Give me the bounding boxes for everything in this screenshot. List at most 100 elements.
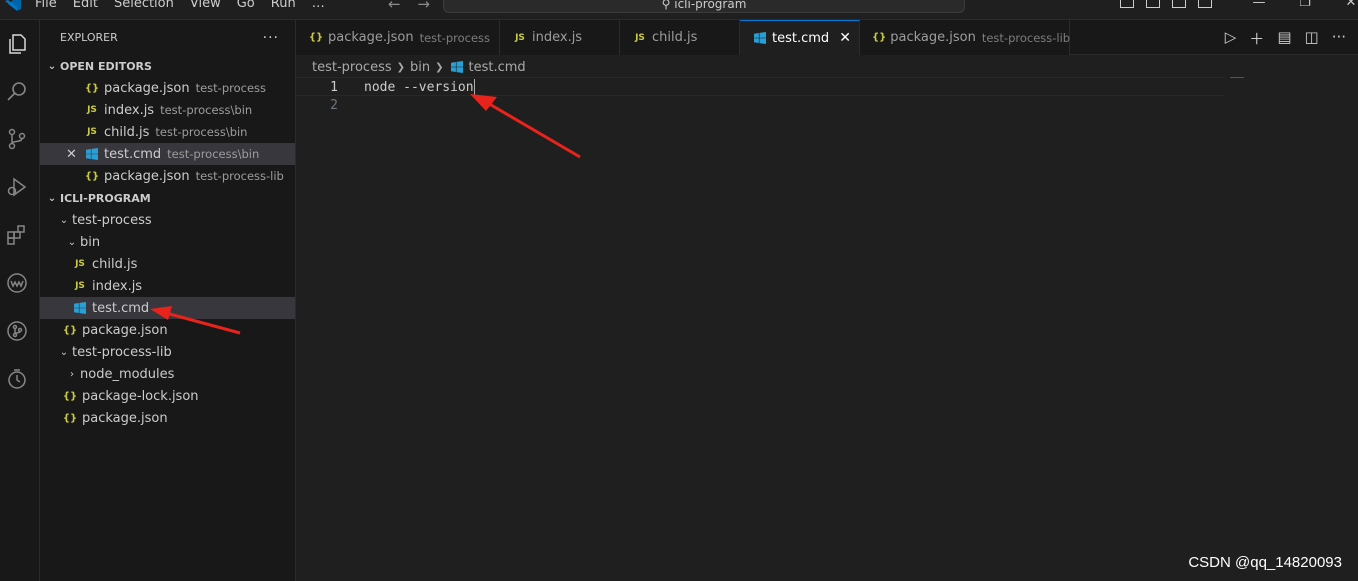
- chevron-down-icon: ⌄: [59, 346, 69, 358]
- close-editor-icon[interactable]: ✕: [66, 147, 77, 162]
- js-file-icon: JS: [635, 32, 645, 43]
- tab-label: child.js: [652, 30, 698, 45]
- windows-cmd-file-icon: [72, 302, 88, 314]
- json-file-icon: {}: [62, 324, 78, 336]
- breadcrumb-item[interactable]: bin: [410, 60, 430, 75]
- tab-close-icon[interactable]: ✕: [839, 30, 851, 46]
- activity-bar: [0, 20, 40, 581]
- more-actions-icon[interactable]: ···: [1332, 28, 1346, 49]
- tree-folder[interactable]: › node_modules: [40, 363, 295, 385]
- open-editor-item-active[interactable]: ✕ test.cmd test-process\bin: [40, 143, 295, 165]
- search-icon[interactable]: [5, 80, 29, 104]
- window-close-icon[interactable]: ✕: [1328, 0, 1358, 10]
- source-control-icon[interactable]: [5, 127, 29, 151]
- open-editors-header[interactable]: ⌄ OPEN EDITORS: [40, 55, 295, 77]
- tree-item-name: test-process: [72, 212, 152, 228]
- open-editor-item[interactable]: {} package.json test-process-lib: [40, 165, 295, 187]
- tab-index-js[interactable]: JS index.js: [500, 20, 620, 55]
- breadcrumb-item[interactable]: test-process: [312, 60, 392, 75]
- tab-package-json-lib[interactable]: {} package.json test-process-lib: [860, 20, 1070, 55]
- tree-file[interactable]: {} package.json: [40, 319, 295, 341]
- json-file-icon: {}: [62, 412, 78, 424]
- code-text-content: node --version: [364, 80, 474, 95]
- split-editor-icon[interactable]: ◫: [1305, 28, 1319, 49]
- json-file-icon: {}: [872, 32, 887, 43]
- open-editor-name: package.json: [104, 168, 190, 184]
- open-editor-item[interactable]: {} package.json test-process: [40, 77, 295, 99]
- open-editor-desc: test-process\bin: [167, 147, 260, 161]
- tab-label: package.json: [328, 30, 414, 45]
- tree-item-name: test.cmd: [92, 300, 150, 316]
- forward-arrow-icon[interactable]: →: [417, 0, 430, 13]
- customize-layout-icon[interactable]: [1198, 0, 1212, 8]
- tree-file[interactable]: {} package.json: [40, 407, 295, 429]
- line-number: 2: [330, 98, 338, 113]
- menu-edit[interactable]: Edit: [73, 0, 98, 11]
- tree-folder[interactable]: ⌄ test-process-lib: [40, 341, 295, 363]
- back-arrow-icon[interactable]: ←: [388, 0, 401, 13]
- tab-label: index.js: [532, 30, 583, 45]
- toggle-secondary-sidebar-icon[interactable]: [1172, 0, 1186, 8]
- open-editor-item[interactable]: JS index.js test-process\bin: [40, 99, 295, 121]
- chevron-down-icon: ⌄: [59, 214, 69, 226]
- tab-package-json[interactable]: {} package.json test-process: [296, 20, 500, 55]
- json-file-icon: {}: [308, 32, 324, 43]
- chevron-down-icon: ⌄: [47, 60, 57, 72]
- open-editor-name: package.json: [104, 80, 190, 96]
- menu-go[interactable]: Go: [237, 0, 255, 11]
- open-editor-desc: test-process\bin: [155, 125, 248, 139]
- code-editor[interactable]: 1 node --version 2: [296, 77, 1358, 581]
- menu-run[interactable]: Run: [271, 0, 296, 11]
- restore-icon[interactable]: ❐: [1282, 0, 1328, 10]
- code-line[interactable]: 2: [296, 96, 1224, 115]
- tree-file[interactable]: JS child.js: [40, 253, 295, 275]
- extensions-icon[interactable]: [5, 223, 29, 247]
- tree-folder[interactable]: ⌄ bin: [40, 231, 295, 253]
- js-file-icon: JS: [87, 105, 97, 115]
- breadcrumb-item[interactable]: test.cmd: [469, 60, 526, 75]
- git-graph-icon[interactable]: [5, 319, 29, 343]
- json-file-icon: {}: [62, 390, 78, 402]
- windows-cmd-file-icon: [84, 148, 100, 160]
- run-icon[interactable]: ▷: [1225, 28, 1237, 49]
- tree-item-name: package-lock.json: [82, 388, 199, 404]
- open-editor-item[interactable]: JS child.js test-process\bin: [40, 121, 295, 143]
- run-debug-icon[interactable]: [5, 175, 29, 199]
- tree-file[interactable]: JS index.js: [40, 275, 295, 297]
- timeline-icon[interactable]: [5, 367, 29, 391]
- remote-explorer-icon[interactable]: [5, 271, 29, 295]
- code-line[interactable]: 1 node --version: [296, 77, 1224, 96]
- explorer-sidebar: EXPLORER ··· ⌄ OPEN EDITORS {} package.j…: [40, 20, 296, 581]
- layout-controls: [1120, 0, 1224, 8]
- toggle-sidebar-icon[interactable]: [1120, 0, 1134, 8]
- more-actions-icon[interactable]: ···: [263, 30, 279, 46]
- menu-view[interactable]: View: [190, 0, 221, 11]
- chevron-right-icon: ❯: [435, 61, 444, 73]
- json-file-icon: {}: [84, 170, 100, 182]
- tree-item-name: test-process-lib: [72, 344, 172, 360]
- add-icon[interactable]: ＋: [1249, 28, 1264, 49]
- windows-cmd-file-icon: [752, 32, 768, 44]
- tree-folder[interactable]: ⌄ test-process: [40, 209, 295, 231]
- tree-file-selected[interactable]: test.cmd: [40, 297, 295, 319]
- toggle-panel-icon[interactable]: [1146, 0, 1160, 8]
- tab-child-js[interactable]: JS child.js: [620, 20, 740, 55]
- minimize-icon[interactable]: —: [1236, 0, 1282, 10]
- workspace-folder-label: ICLI-PROGRAM: [60, 191, 151, 205]
- command-center-search[interactable]: ⚲ icli-program: [443, 0, 965, 13]
- js-file-icon: JS: [75, 281, 85, 291]
- open-preview-icon[interactable]: ▤: [1277, 28, 1291, 49]
- breadcrumb: test-process ❯ bin ❯ test.cmd: [312, 57, 526, 77]
- workspace-folder-header[interactable]: ⌄ ICLI-PROGRAM: [40, 187, 295, 209]
- editor-actions: ▷ ＋ ▤ ◫ ···: [1212, 28, 1346, 49]
- menu-selection[interactable]: Selection: [114, 0, 174, 11]
- explorer-title: EXPLORER: [60, 31, 118, 44]
- tab-test-cmd[interactable]: test.cmd ✕: [740, 20, 860, 55]
- explorer-icon[interactable]: [5, 32, 29, 56]
- open-editor-desc: test-process: [195, 81, 267, 95]
- open-editor-name: index.js: [104, 102, 155, 118]
- tree-file[interactable]: {} package-lock.json: [40, 385, 295, 407]
- menu-more[interactable]: …: [312, 0, 325, 11]
- menu-file[interactable]: File: [35, 0, 57, 11]
- minimap[interactable]: [1230, 77, 1244, 78]
